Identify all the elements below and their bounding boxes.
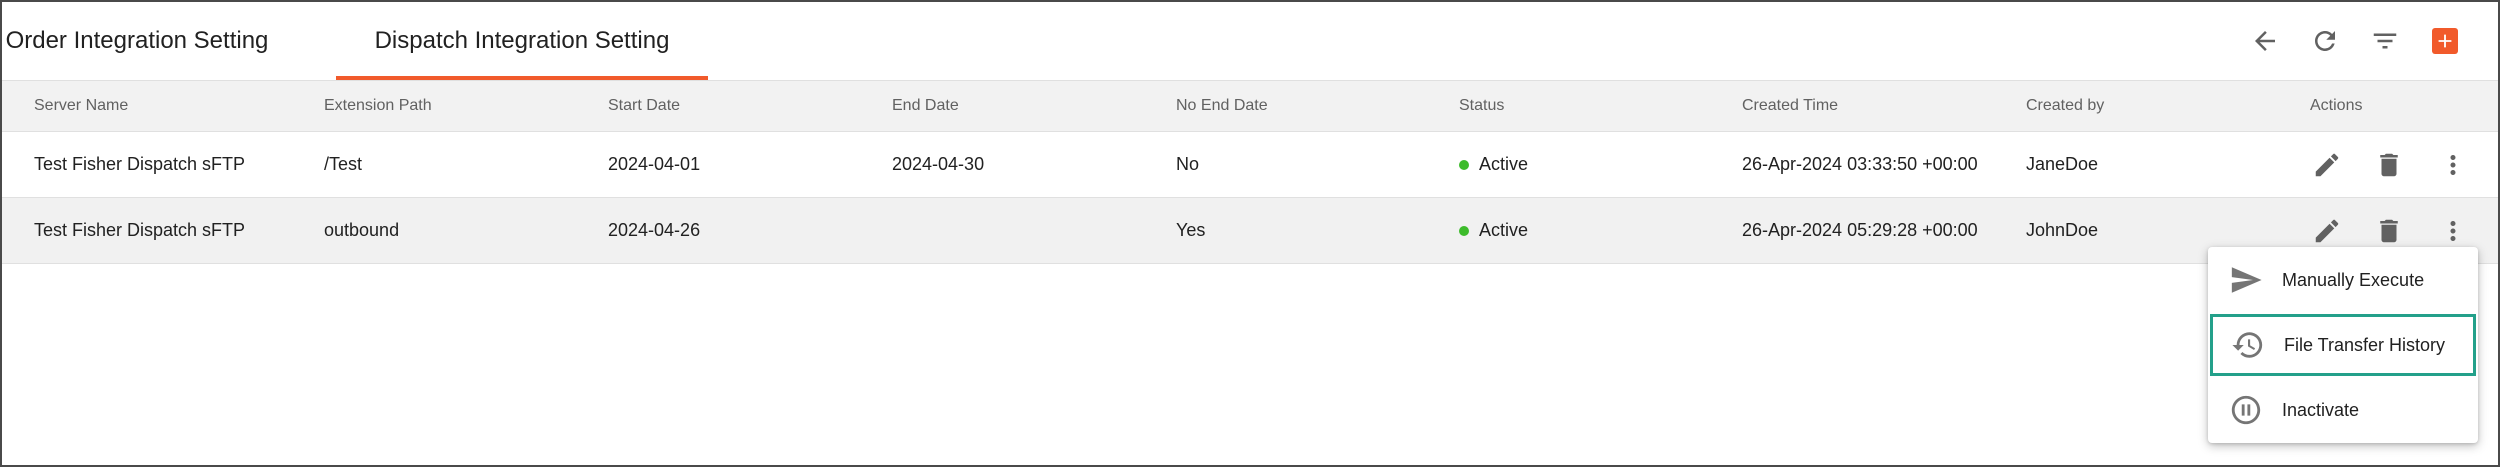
cell-created-by: JaneDoe: [2026, 154, 2099, 174]
add-icon: [2432, 28, 2458, 54]
row-context-menu: Manually Execute File Transfer History I…: [2208, 247, 2478, 443]
header-created-time[interactable]: Created Time: [1742, 81, 1838, 131]
tab-label: Dispatch Integration Setting: [374, 27, 670, 54]
menu-item-label: Manually Execute: [2282, 269, 2425, 290]
status-dot-icon: [1459, 225, 1469, 236]
pencil-icon: [2315, 219, 2339, 242]
tab-label: Order Integration Setting: [5, 27, 269, 54]
cell-status: Active: [1459, 132, 1528, 197]
status-label: Active: [1479, 154, 1529, 174]
cell-created-time: 26-Apr-2024 05:29:28 +00:00: [1742, 220, 1978, 240]
app-window: Order Integration Setting Dispatch Integ…: [0, 0, 2500, 467]
menu-item-file-transfer-history[interactable]: File Transfer History: [2210, 314, 2476, 376]
cell-end-date: 2024-04-30: [892, 154, 985, 174]
more-vertical-icon: [2450, 154, 2456, 175]
tab-dispatch-integration-setting[interactable]: Dispatch Integration Setting: [336, 2, 708, 80]
back-button[interactable]: [2250, 26, 2280, 56]
pencil-icon: [2315, 153, 2339, 176]
cell-extension-path: outbound: [324, 220, 400, 240]
toolbar: [2250, 2, 2498, 80]
table-header: Server Name Extension Path Start Date En…: [2, 80, 2498, 132]
cell-no-end-date: No: [1176, 154, 1200, 174]
cell-start-date: 2024-04-01: [608, 154, 701, 174]
cell-created-by: JohnDoe: [2026, 220, 2099, 240]
edit-button[interactable]: [2312, 216, 2342, 246]
header-created-by[interactable]: Created by: [2026, 81, 2104, 131]
header-extension-path[interactable]: Extension Path: [324, 81, 432, 131]
row-actions: [2312, 132, 2468, 197]
cell-no-end-date: Yes: [1176, 220, 1206, 240]
table-row[interactable]: Test Fisher Dispatch sFTP outbound 2024-…: [2, 198, 2498, 264]
pause-circle-icon: [2228, 392, 2264, 428]
integration-table: Server Name Extension Path Start Date En…: [2, 80, 2498, 264]
menu-item-manually-execute[interactable]: Manually Execute: [2208, 249, 2478, 311]
cell-start-date: 2024-04-26: [608, 220, 701, 240]
trash-icon: [2380, 153, 2398, 176]
edit-button[interactable]: [2312, 150, 2342, 180]
cell-status: Active: [1459, 198, 1528, 263]
status-dot-icon: [1459, 159, 1469, 170]
header-start-date[interactable]: Start Date: [608, 81, 680, 131]
back-arrow-icon: [2255, 31, 2275, 51]
cell-server-name: Test Fisher Dispatch sFTP: [34, 220, 246, 240]
header-status[interactable]: Status: [1459, 81, 1504, 131]
more-vertical-icon: [2450, 220, 2456, 241]
add-button[interactable]: [2430, 26, 2460, 56]
table-row[interactable]: Test Fisher Dispatch sFTP /Test 2024-04-…: [2, 132, 2498, 198]
more-button[interactable]: [2438, 150, 2468, 180]
header-actions: Actions: [2310, 97, 2363, 114]
tab-order-integration-setting[interactable]: Order Integration Setting: [2, 2, 272, 80]
refresh-icon: [2315, 31, 2335, 51]
more-button[interactable]: [2438, 216, 2468, 246]
trash-icon: [2380, 219, 2398, 242]
filter-button[interactable]: [2370, 26, 2400, 56]
delete-button[interactable]: [2374, 216, 2404, 246]
filter-icon: [2373, 33, 2397, 49]
menu-item-label: Inactivate: [2282, 399, 2360, 420]
header-no-end-date[interactable]: No End Date: [1176, 81, 1268, 131]
refresh-button[interactable]: [2310, 26, 2340, 56]
menu-item-label: File Transfer History: [2284, 334, 2446, 355]
tab-bar: Order Integration Setting Dispatch Integ…: [2, 2, 2498, 80]
cell-extension-path: /Test: [324, 154, 363, 174]
menu-item-inactivate[interactable]: Inactivate: [2208, 379, 2478, 441]
header-server-name[interactable]: Server Name: [34, 81, 128, 131]
status-label: Active: [1479, 220, 1529, 240]
history-icon: [2230, 327, 2266, 363]
header-end-date[interactable]: End Date: [892, 81, 959, 131]
delete-button[interactable]: [2374, 150, 2404, 180]
send-icon: [2228, 262, 2264, 298]
cell-created-time: 26-Apr-2024 03:33:50 +00:00: [1742, 154, 1978, 174]
cell-server-name: Test Fisher Dispatch sFTP: [34, 154, 246, 174]
